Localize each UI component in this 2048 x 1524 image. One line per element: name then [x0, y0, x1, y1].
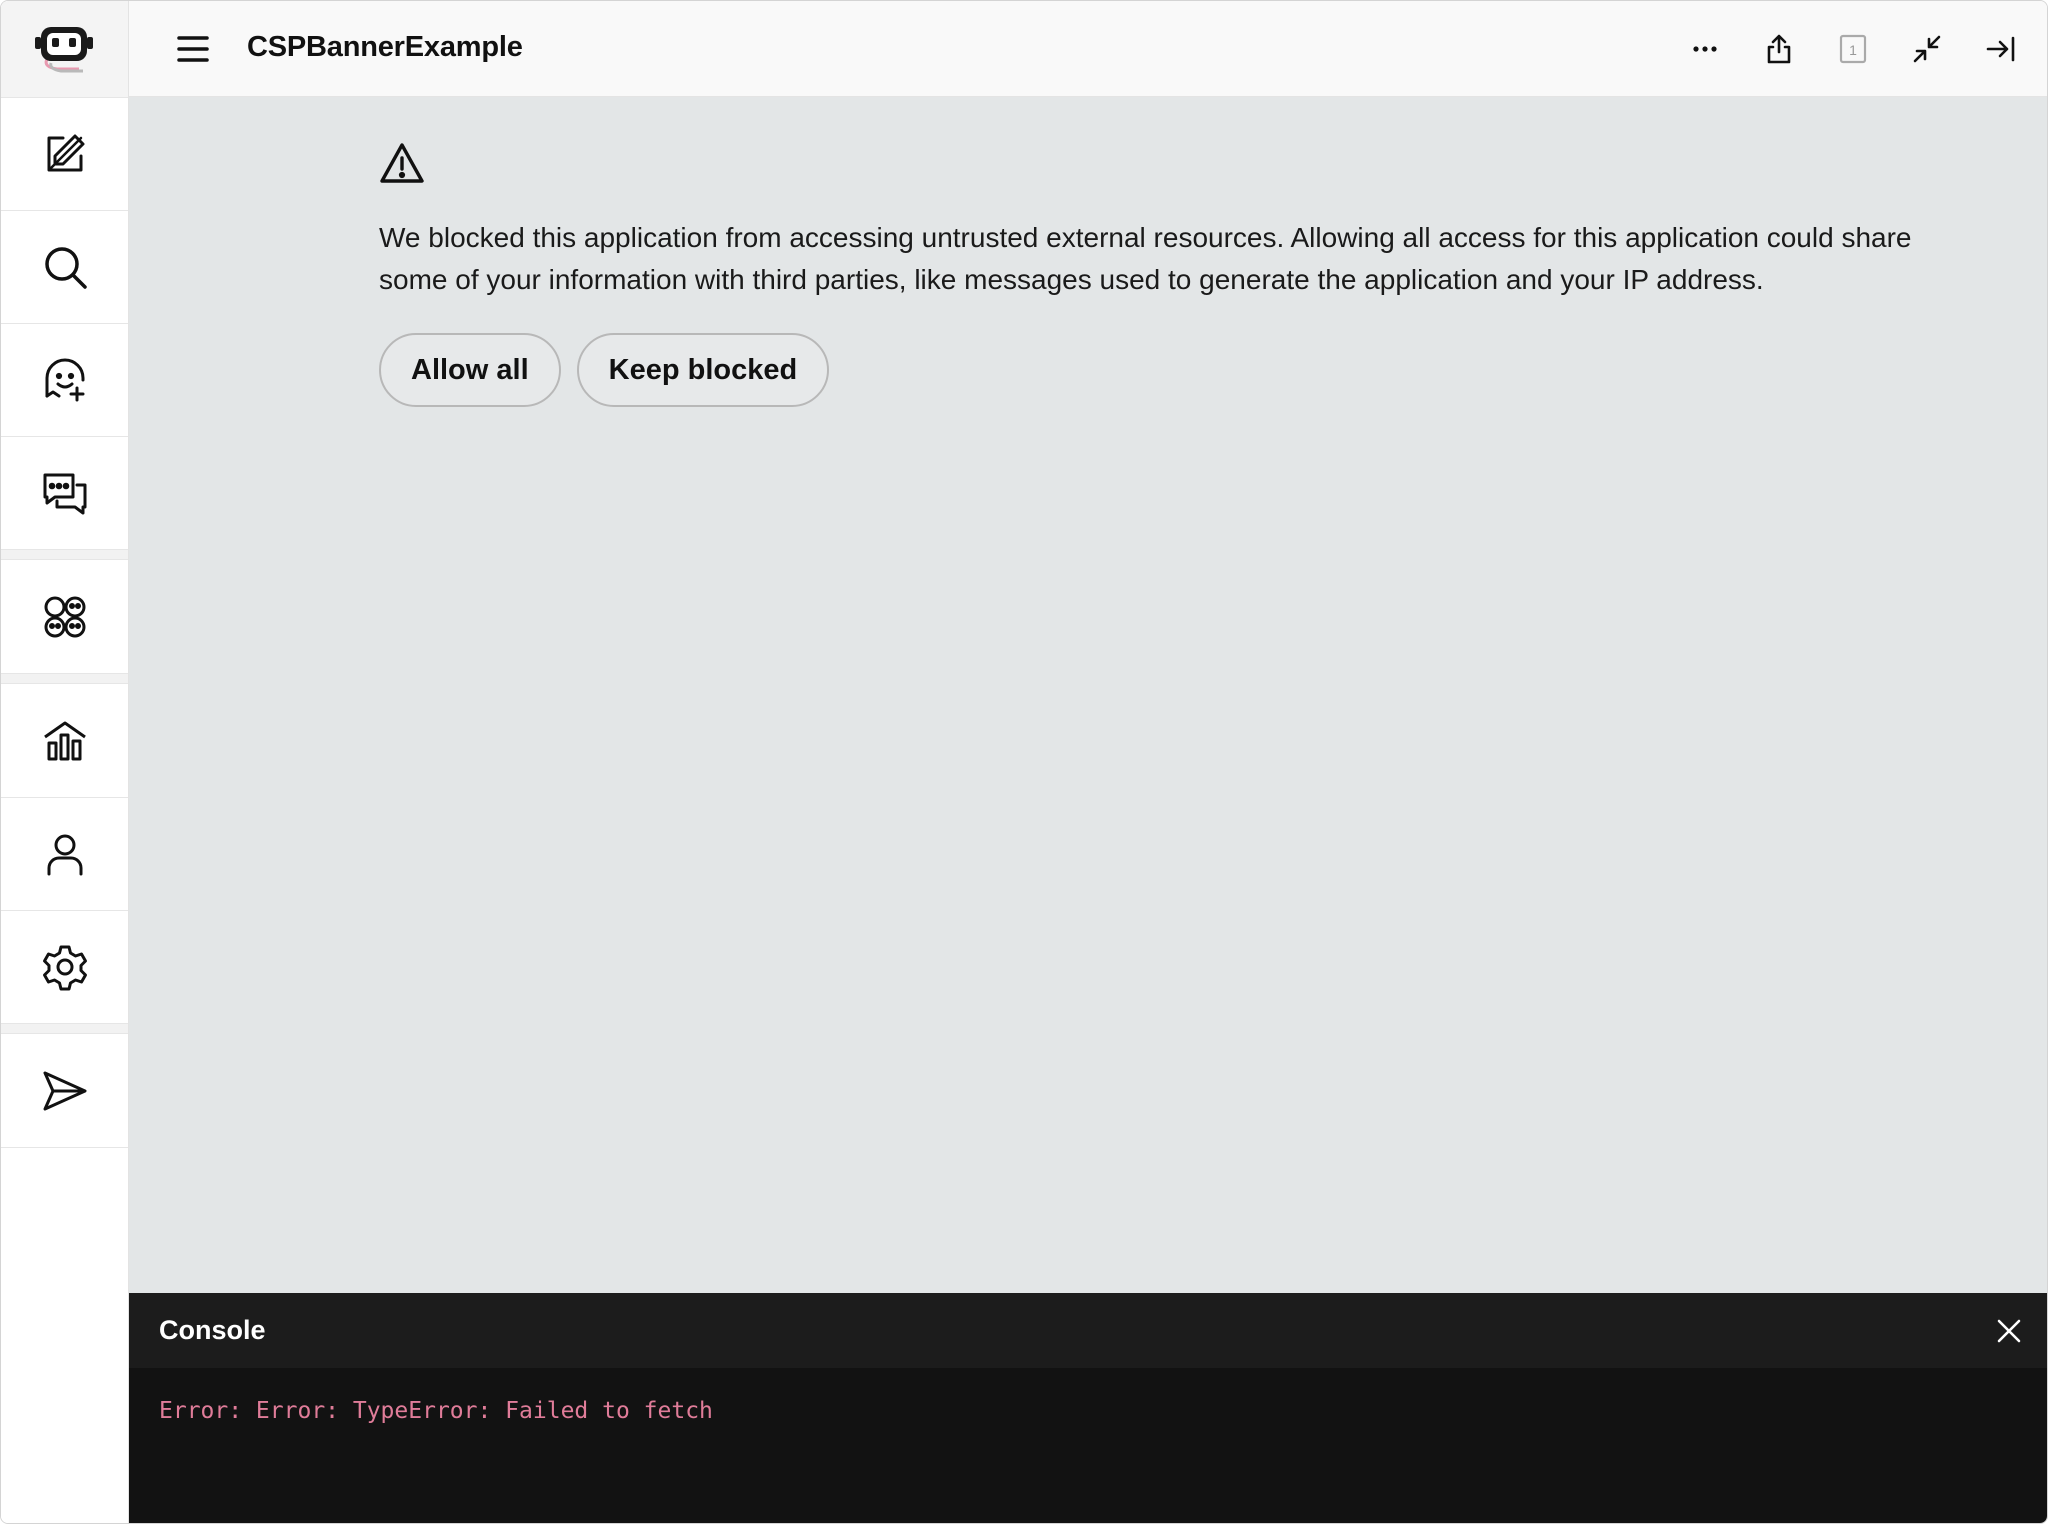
- edit-icon[interactable]: [1, 98, 128, 211]
- settings-icon[interactable]: [1, 911, 128, 1024]
- robot-logo-icon[interactable]: [1, 1, 128, 98]
- close-panel-icon[interactable]: [1975, 23, 2027, 75]
- sidebar-divider: [1, 550, 128, 560]
- version-badge-count: 1: [1849, 42, 1857, 58]
- app-window: CSPBannerExample 1 We blocked this appli…: [0, 0, 2048, 1524]
- share-icon[interactable]: [1753, 23, 1805, 75]
- hamburger-menu-icon[interactable]: [173, 29, 213, 69]
- sidebar: [1, 1, 129, 1523]
- add-bot-icon[interactable]: [1, 324, 128, 437]
- app-preview: We blocked this application from accessi…: [129, 97, 2047, 1293]
- user-icon[interactable]: [1, 798, 128, 911]
- console-panel: Console Error: Error: TypeError: Failed …: [129, 1293, 2047, 1523]
- keep-blocked-button[interactable]: Keep blocked: [576, 333, 830, 407]
- csp-banner: We blocked this application from accessi…: [379, 141, 1919, 407]
- search-icon[interactable]: [1, 211, 128, 324]
- close-icon[interactable]: [1989, 1311, 2029, 1351]
- more-options-icon[interactable]: [1679, 23, 1731, 75]
- send-icon[interactable]: [1, 1035, 128, 1148]
- console-error-line: Error: Error: TypeError: Failed to fetch: [159, 1398, 713, 1424]
- console-title: Console: [159, 1315, 266, 1345]
- chat-icon[interactable]: [1, 437, 128, 550]
- page-title: CSPBannerExample: [247, 31, 523, 63]
- console-output: Error: Error: TypeError: Failed to fetch: [129, 1368, 2047, 1454]
- apps-icon[interactable]: [1, 561, 128, 674]
- console-header: Console: [129, 1293, 2047, 1368]
- version-badge[interactable]: 1: [1827, 23, 1879, 75]
- collapse-icon[interactable]: [1901, 23, 1953, 75]
- top-bar: CSPBannerExample 1: [129, 1, 2047, 97]
- header-actions: 1: [1679, 23, 2027, 75]
- sidebar-divider: [1, 674, 128, 684]
- warning-icon: [380, 143, 424, 183]
- analytics-icon[interactable]: [1, 685, 128, 798]
- sidebar-divider: [1, 1024, 128, 1034]
- allow-all-button[interactable]: Allow all: [379, 333, 561, 407]
- banner-actions: Allow all Keep blocked: [379, 333, 1919, 407]
- banner-message: We blocked this application from accessi…: [379, 222, 1912, 295]
